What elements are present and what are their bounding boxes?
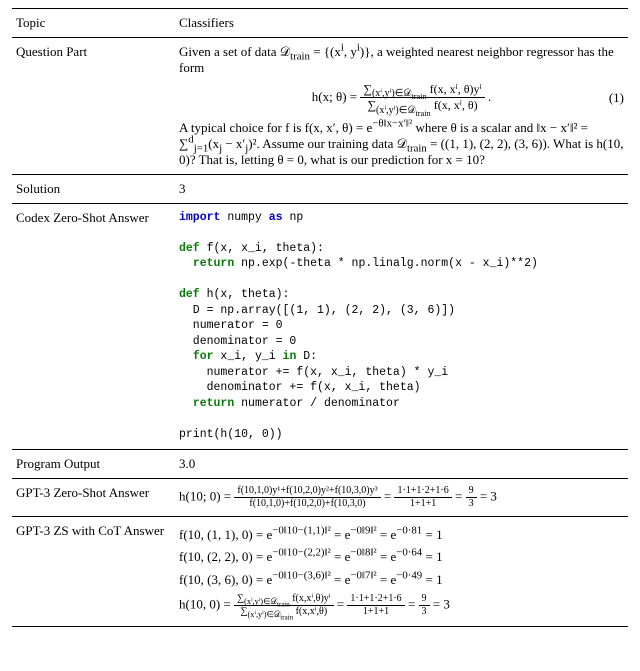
value-codex: import numpy as np def f(x, x_i, theta):… [175, 203, 628, 449]
equation-number: (1) [609, 90, 624, 106]
label-question: Question Part [12, 38, 175, 175]
row-codex: Codex Zero-Shot Answer import numpy as n… [12, 203, 628, 449]
row-solution: Solution 3 [12, 174, 628, 203]
row-gpt3zs: GPT-3 Zero-Shot Answer h(10; 0) = f(10,1… [12, 478, 628, 516]
label-topic: Topic [12, 9, 175, 38]
row-gpt3cot: GPT-3 ZS with CoT Answer f(10, (1, 1), 0… [12, 516, 628, 626]
question-intro: Given a set of data 𝒟train = {(xi, yi)},… [179, 44, 614, 75]
label-codex: Codex Zero-Shot Answer [12, 203, 175, 449]
value-question: Given a set of data 𝒟train = {(xi, yi)},… [175, 38, 628, 175]
label-gpt3cot: GPT-3 ZS with CoT Answer [12, 516, 175, 626]
content-table: Topic Classifiers Question Part Given a … [12, 8, 628, 627]
value-output: 3.0 [175, 449, 628, 478]
code-block: import numpy as np def f(x, x_i, theta):… [179, 210, 624, 443]
row-topic: Topic Classifiers [12, 9, 628, 38]
label-output: Program Output [12, 449, 175, 478]
row-output: Program Output 3.0 [12, 449, 628, 478]
value-gpt3cot: f(10, (1, 1), 0) = e−0‖10−(1,1)‖² = e−0‖… [175, 516, 628, 626]
cot-line-3: f(10, (3, 6), 0) = e−0‖10−(3,6)‖² = e−0‖… [179, 570, 624, 591]
cot-line-4: h(10, 0) = ∑(xⁱ,yⁱ)∈𝒟train f(x,xⁱ,θ)yⁱ ∑… [179, 593, 624, 618]
equation-1: h(x; θ) = ∑(xⁱ,yⁱ)∈𝒟train f(x, xⁱ, θ)yⁱ … [179, 82, 624, 114]
label-solution: Solution [12, 174, 175, 203]
row-question: Question Part Given a set of data 𝒟train… [12, 38, 628, 175]
question-para2: A typical choice for f is f(x, x′, θ) = … [179, 120, 623, 167]
label-gpt3zs: GPT-3 Zero-Shot Answer [12, 478, 175, 516]
equation-1-fraction: ∑(xⁱ,yⁱ)∈𝒟train f(x, xⁱ, θ)yⁱ ∑(xⁱ,yⁱ)∈𝒟… [360, 82, 484, 114]
value-solution: 3 [175, 174, 628, 203]
value-gpt3zs: h(10; 0) = f(10,1,0)y¹+f(10,2,0)y²+f(10,… [175, 478, 628, 516]
cot-line-2: f(10, (2, 2), 0) = e−0‖10−(2,2)‖² = e−0‖… [179, 547, 624, 568]
cot-line-1: f(10, (1, 1), 0) = e−0‖10−(1,1)‖² = e−0‖… [179, 525, 624, 546]
value-topic: Classifiers [175, 9, 628, 38]
